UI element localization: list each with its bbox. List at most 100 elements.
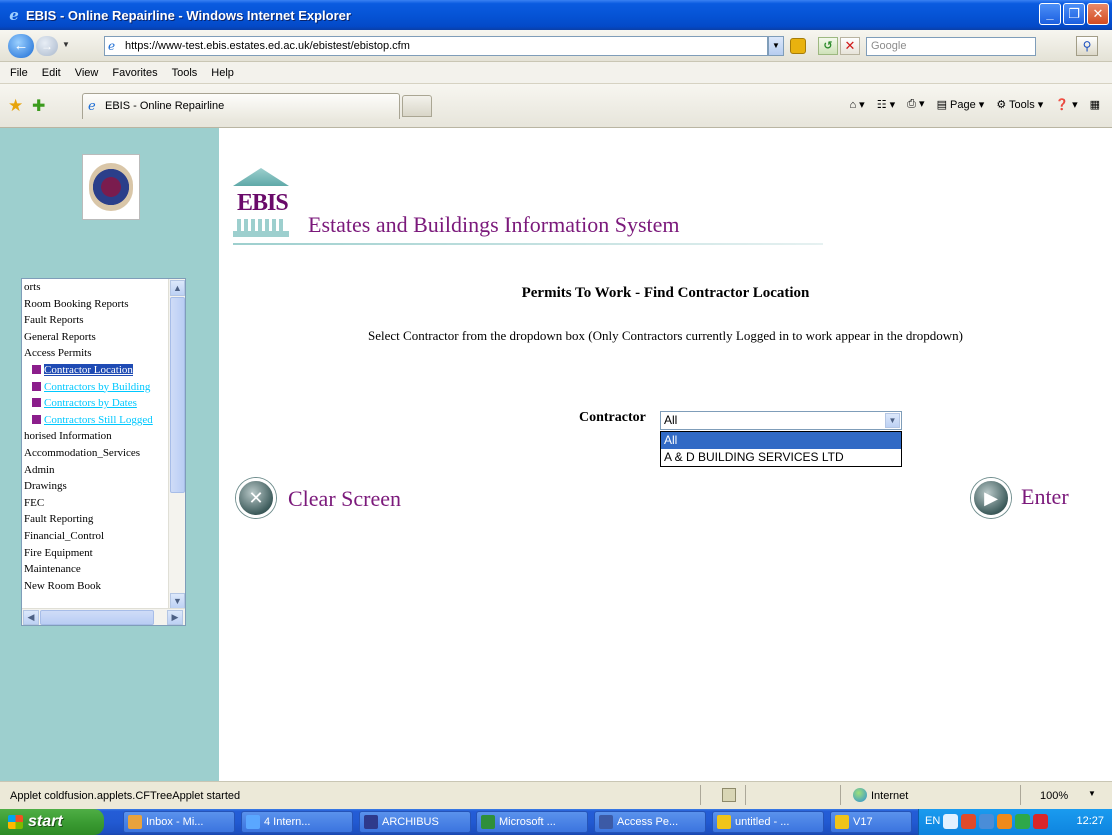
java-icon[interactable] bbox=[961, 814, 976, 829]
tree-folder-item[interactable]: Drawings bbox=[22, 478, 169, 495]
research-icon[interactable]: ▦ bbox=[1090, 98, 1100, 111]
taskbar-button-label: V17 bbox=[853, 816, 873, 828]
tree-folder-item[interactable]: General Reports bbox=[22, 329, 169, 346]
tree-folder-item[interactable]: Accommodation_Services bbox=[22, 445, 169, 462]
clear-screen-button[interactable]: Clear Screen bbox=[288, 486, 401, 512]
tree-link-label[interactable]: Contractors by Dates bbox=[44, 397, 137, 409]
scroll-thumb[interactable] bbox=[170, 297, 185, 493]
tree-folder-item[interactable]: New Room Book bbox=[22, 578, 169, 595]
contractor-option-all[interactable]: All bbox=[661, 432, 901, 449]
zoom-level[interactable]: 100% bbox=[1040, 790, 1068, 802]
tree-folder-item[interactable]: Admin bbox=[22, 462, 169, 479]
recent-pages-dropdown-icon[interactable]: ▼ bbox=[62, 40, 70, 49]
status-divider bbox=[1020, 785, 1021, 805]
tools-menu[interactable]: ⚙ Tools ▾ bbox=[996, 98, 1043, 111]
taskbar-button[interactable]: Access Pe... bbox=[594, 811, 706, 833]
tray-k-icon[interactable] bbox=[1033, 814, 1048, 829]
tree-link-item[interactable]: Contractors by Building bbox=[22, 379, 169, 396]
menu-view[interactable]: View bbox=[75, 67, 99, 79]
minimize-button[interactable]: _ bbox=[1039, 3, 1061, 25]
taskbar-app-icon bbox=[481, 815, 495, 829]
security-lock-icon[interactable] bbox=[790, 38, 806, 54]
add-favorite-icon[interactable]: ✚ bbox=[32, 96, 45, 116]
tree-folder-item[interactable]: FEC bbox=[22, 495, 169, 512]
scroll-right-icon[interactable]: ▶ bbox=[167, 610, 183, 625]
feeds-icon[interactable]: ☷ ▾ bbox=[877, 98, 895, 111]
enter-icon[interactable]: ▶ bbox=[971, 478, 1011, 518]
new-tab-button[interactable] bbox=[402, 95, 432, 117]
taskbar-button[interactable]: Microsoft ... bbox=[476, 811, 588, 833]
tray-arrow-icon[interactable] bbox=[943, 814, 958, 829]
taskbar-app-icon bbox=[599, 815, 613, 829]
contractor-selected-value: All bbox=[664, 413, 678, 427]
clear-screen-icon[interactable]: ✕ bbox=[236, 478, 276, 518]
contractor-select[interactable]: All ▼ bbox=[660, 411, 902, 430]
applet-icon bbox=[722, 788, 736, 802]
tree-folder-item[interactable]: Maintenance bbox=[22, 561, 169, 578]
language-indicator[interactable]: EN bbox=[925, 815, 940, 827]
network-icon[interactable] bbox=[979, 814, 994, 829]
tree-horizontal-scrollbar[interactable]: ◀ ▶ bbox=[22, 608, 185, 625]
taskbar-button[interactable]: ARCHIBUS bbox=[359, 811, 471, 833]
chevron-down-icon[interactable]: ▼ bbox=[885, 413, 900, 428]
tree-folder-item[interactable]: Fault Reports bbox=[22, 312, 169, 329]
start-label: start bbox=[28, 813, 63, 830]
taskbar-button[interactable]: V17 bbox=[830, 811, 912, 833]
window-title-bar[interactable]: e EBIS - Online Repairline - Windows Int… bbox=[0, 0, 1112, 30]
tree-folder-item[interactable]: Fault Reporting bbox=[22, 511, 169, 528]
print-icon[interactable]: ⎙ ▾ bbox=[907, 97, 924, 111]
page-menu[interactable]: ▤ Page ▾ bbox=[937, 98, 985, 111]
tree-folder-label: New Room Book bbox=[24, 579, 101, 592]
enter-button[interactable]: Enter bbox=[1021, 484, 1069, 510]
tree-folder-item[interactable]: orts bbox=[22, 279, 169, 296]
favorites-star-icon[interactable]: ★ bbox=[8, 96, 23, 116]
tree-link-label[interactable]: Contractors by Building bbox=[44, 381, 150, 393]
tab-ebis[interactable]: e EBIS - Online Repairline bbox=[82, 93, 400, 119]
menu-help[interactable]: Help bbox=[211, 67, 234, 79]
taskbar-button[interactable]: untitled - ... bbox=[712, 811, 824, 833]
scroll-up-icon[interactable]: ▲ bbox=[170, 280, 185, 296]
tree-folder-label: Accommodation_Services bbox=[24, 446, 141, 459]
back-button[interactable]: ← bbox=[8, 34, 34, 58]
start-button[interactable]: start bbox=[0, 809, 104, 835]
tree-link-item[interactable]: Contractor Location bbox=[22, 362, 169, 379]
forward-button[interactable]: → bbox=[36, 36, 58, 56]
hscroll-thumb[interactable] bbox=[40, 610, 154, 625]
taskbar-button[interactable]: Inbox - Mi... bbox=[123, 811, 235, 833]
home-icon[interactable]: ⌂ ▾ bbox=[849, 98, 864, 111]
menu-favorites[interactable]: Favorites bbox=[112, 67, 157, 79]
menu-edit[interactable]: Edit bbox=[42, 67, 61, 79]
help-icon[interactable]: ❓ ▾ bbox=[1055, 98, 1077, 111]
tree-link-label[interactable]: Contractor Location bbox=[44, 363, 133, 376]
maximize-button[interactable]: ❐ bbox=[1063, 3, 1085, 25]
tree-folder-item[interactable]: horised Information bbox=[22, 428, 169, 445]
tree-folder-item[interactable]: Room Booking Reports bbox=[22, 296, 169, 313]
tree-link-label[interactable]: Contractors Still Logged bbox=[44, 414, 153, 426]
search-input[interactable]: Google bbox=[866, 37, 1036, 56]
scroll-down-icon[interactable]: ▼ bbox=[170, 593, 185, 609]
antivirus-icon[interactable] bbox=[1015, 814, 1030, 829]
tree-folder-item[interactable]: Access Permits bbox=[22, 345, 169, 362]
tree-link-item[interactable]: Contractors by Dates bbox=[22, 395, 169, 412]
contractor-option-ad-building[interactable]: A & D BUILDING SERVICES LTD bbox=[661, 449, 901, 466]
tree-vertical-scrollbar[interactable]: ▲ ▼ bbox=[168, 279, 185, 610]
menu-file[interactable]: File bbox=[10, 67, 28, 79]
gear-icon: ⚙ bbox=[996, 98, 1007, 111]
navigation-tree-applet[interactable]: orts Room Booking Reports Fault Reports Gen… bbox=[21, 278, 186, 626]
menu-tools[interactable]: Tools bbox=[172, 67, 198, 79]
tree-folder-item[interactable]: Fire Equipment bbox=[22, 545, 169, 562]
address-dropdown-button[interactable]: ▼ bbox=[768, 36, 784, 56]
search-button[interactable]: ⚲ bbox=[1076, 36, 1098, 56]
refresh-button[interactable]: ↺ bbox=[818, 37, 838, 55]
building-roof-icon bbox=[233, 168, 289, 186]
address-input[interactable]: e https://www-test.ebis.estates.ed.ac.uk… bbox=[104, 36, 768, 56]
zoom-dropdown-icon[interactable]: ▼ bbox=[1088, 789, 1096, 798]
tree-link-item[interactable]: Contractors Still Logged bbox=[22, 412, 169, 429]
tray-app-icon[interactable] bbox=[997, 814, 1012, 829]
scroll-left-icon[interactable]: ◀ bbox=[23, 610, 39, 625]
taskbar-button[interactable]: 4 Intern... bbox=[241, 811, 353, 833]
stop-button[interactable]: ✕ bbox=[840, 37, 860, 55]
system-tray: EN 12:27 bbox=[918, 809, 1112, 835]
tree-folder-item[interactable]: Financial_Control bbox=[22, 528, 169, 545]
close-button[interactable]: ✕ bbox=[1087, 3, 1109, 25]
